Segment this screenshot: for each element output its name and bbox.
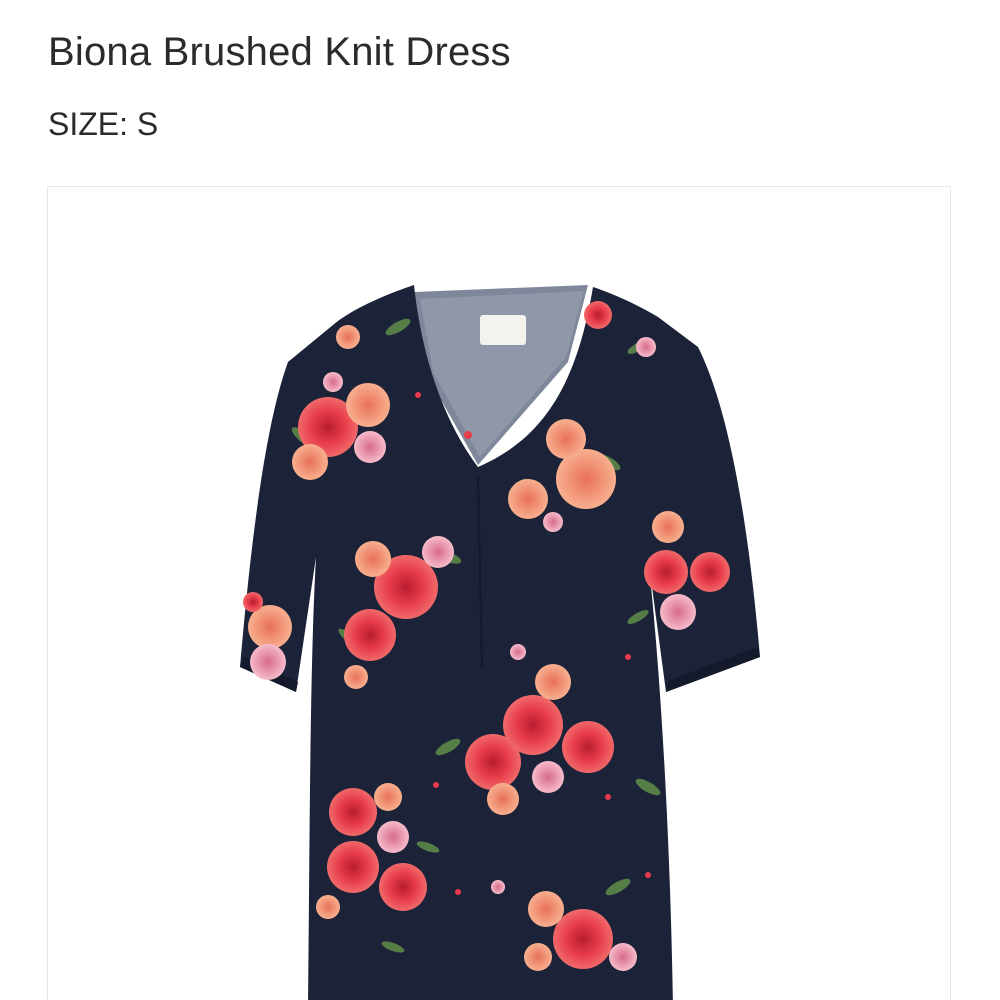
dress-product-photo bbox=[240, 285, 760, 1000]
product-page: Biona Brushed Knit Dress SIZE: S bbox=[0, 0, 1000, 1000]
label-tag bbox=[480, 315, 526, 345]
size-label: SIZE: bbox=[48, 106, 129, 142]
size-info: SIZE: S bbox=[48, 106, 158, 143]
size-value: S bbox=[136, 106, 159, 142]
product-image-card[interactable] bbox=[47, 186, 951, 1000]
product-title: Biona Brushed Knit Dress bbox=[48, 30, 511, 74]
